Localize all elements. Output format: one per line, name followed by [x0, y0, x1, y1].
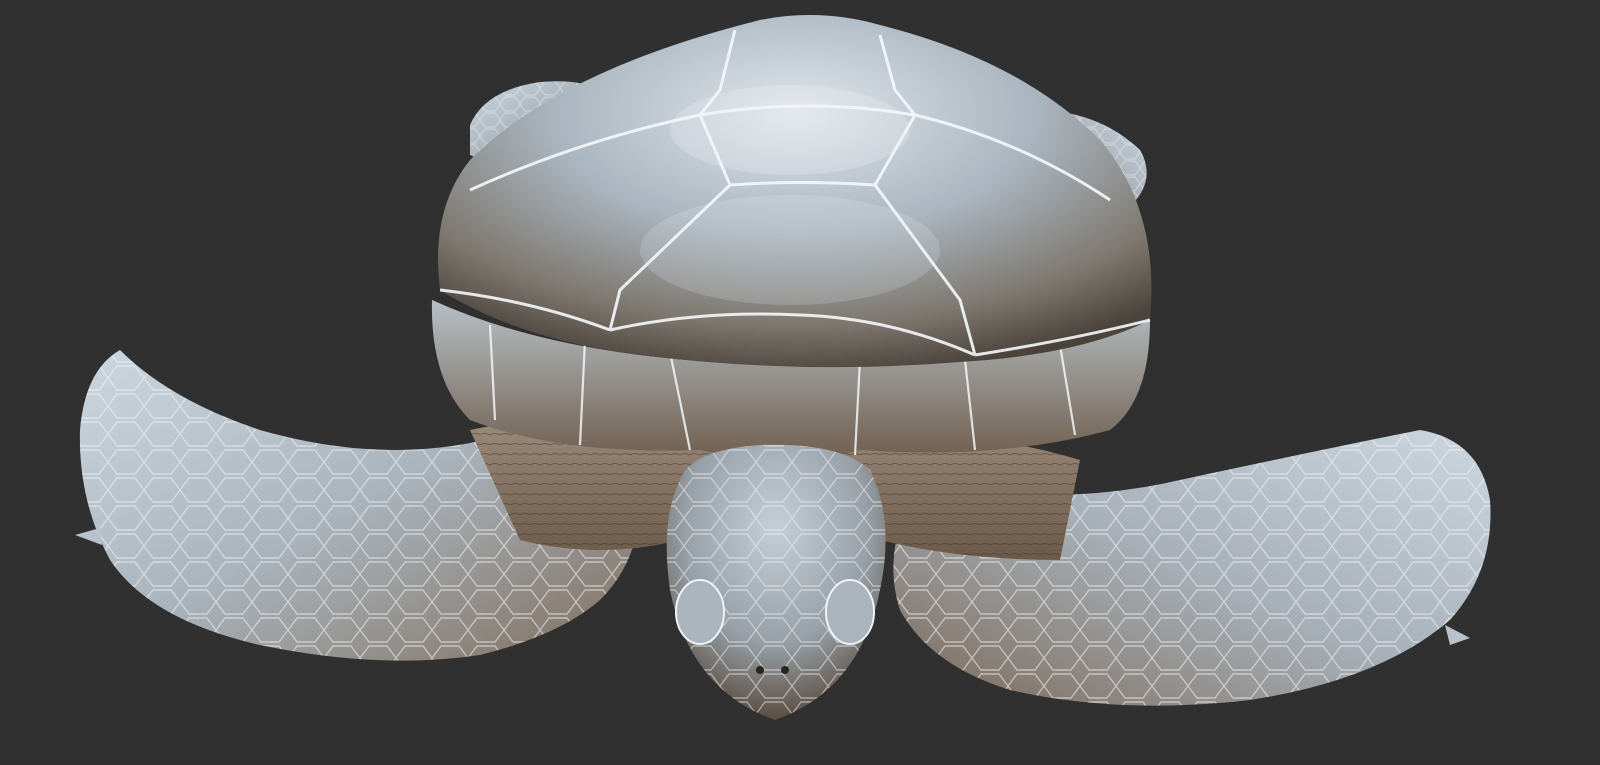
left-eye-ridge: [675, 579, 725, 645]
carapace: [438, 15, 1152, 368]
right-eye-ridge: [825, 579, 875, 645]
sea-turtle-render: [75, 15, 1491, 720]
head: [666, 444, 886, 720]
render-viewport: [0, 0, 1600, 765]
